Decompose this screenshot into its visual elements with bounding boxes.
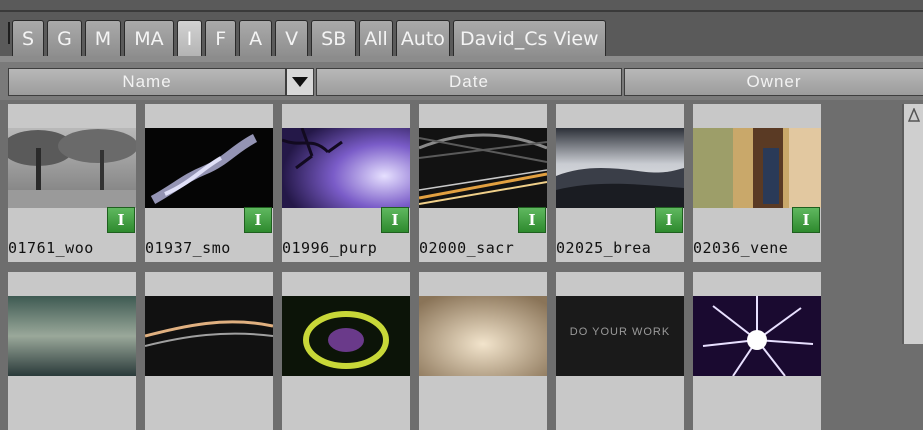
- grid-item[interactable]: [282, 272, 410, 430]
- column-owner[interactable]: Owner: [624, 68, 923, 96]
- image-type-badge: I: [381, 207, 409, 233]
- grid-item[interactable]: I 02025_brea: [556, 104, 684, 262]
- tab-i[interactable]: I: [176, 20, 203, 56]
- thumbnail-caption: DO YOUR WORK: [569, 326, 671, 338]
- thumbnail-hills: [556, 128, 684, 208]
- grid-item[interactable]: I 01937_smo: [145, 104, 273, 262]
- tab-bar-edge-marker: [8, 22, 10, 44]
- grid-item[interactable]: I 01996_purp: [282, 104, 410, 262]
- tab-v[interactable]: V: [275, 20, 309, 56]
- thumbnail-lake: [8, 296, 136, 376]
- grid-item[interactable]: I 01761_woo: [8, 104, 136, 262]
- grid-item[interactable]: I 02036_vene: [693, 104, 821, 262]
- image-type-badge: I: [518, 207, 546, 233]
- image-type-badge: I: [655, 207, 683, 233]
- column-header: Name Date Owner: [0, 62, 923, 100]
- thumbnail-grid: I 01761_woo I 01937_smo I 01996_purp I 0…: [8, 104, 900, 430]
- tab-m[interactable]: M: [84, 20, 122, 56]
- grid-item[interactable]: [145, 272, 273, 430]
- thumbnail-light-trails: [145, 296, 273, 376]
- tab-s[interactable]: S: [12, 20, 45, 56]
- scrollbar-track[interactable]: [904, 104, 923, 344]
- chevron-down-icon: [292, 77, 308, 87]
- tab-bar: S G M MA I F A V SB All Auto David_Cs Vi…: [0, 0, 923, 62]
- tab-all[interactable]: All: [359, 20, 393, 56]
- tab-bar-top-line: [0, 10, 923, 12]
- scroll-up-arrow-icon[interactable]: [908, 108, 920, 122]
- thumbnail-purple: [282, 128, 410, 208]
- item-label: 02025_brea: [556, 234, 684, 262]
- thumbnail-abstract-swirl: [282, 296, 410, 376]
- grid-item[interactable]: DO YOUR WORK: [556, 272, 684, 430]
- thumbnail-woods: [8, 128, 136, 208]
- tab-g[interactable]: G: [47, 20, 82, 56]
- thumbnail-fireworks: [693, 296, 821, 376]
- tab-sb[interactable]: SB: [311, 20, 357, 56]
- column-name[interactable]: Name: [8, 68, 286, 96]
- thumbnail-bridge: [419, 128, 547, 208]
- column-date[interactable]: Date: [316, 68, 622, 96]
- item-label: 02036_vene: [693, 234, 821, 262]
- grid-item[interactable]: [693, 272, 821, 430]
- tab-ma[interactable]: MA: [124, 20, 174, 56]
- tab-a[interactable]: A: [239, 20, 273, 56]
- image-type-badge: I: [107, 207, 135, 233]
- item-label: 01761_woo: [8, 234, 136, 262]
- thumbnail-smoke: [145, 128, 273, 208]
- item-label: 01937_smo: [145, 234, 273, 262]
- tab-david-cs-view[interactable]: David_Cs View: [452, 20, 606, 56]
- grid-item[interactable]: [419, 272, 547, 430]
- thumbnail-do-your-work: DO YOUR WORK: [556, 296, 684, 376]
- image-type-badge: I: [792, 207, 820, 233]
- sort-dropdown-button[interactable]: [286, 68, 314, 96]
- vertical-scrollbar[interactable]: [902, 104, 923, 344]
- item-label: 02000_sacr: [419, 234, 547, 262]
- item-label: 01996_purp: [282, 234, 410, 262]
- tab-f[interactable]: F: [205, 20, 237, 56]
- grid-item[interactable]: I 02000_sacr: [419, 104, 547, 262]
- tab-auto[interactable]: Auto: [395, 20, 450, 56]
- thumbnail-beige-tunnel: [419, 296, 547, 376]
- grid-item[interactable]: [8, 272, 136, 430]
- tab-strip: S G M MA I F A V SB All Auto David_Cs Vi…: [12, 20, 609, 56]
- thumbnail-venice: [693, 128, 821, 208]
- image-type-badge: I: [244, 207, 272, 233]
